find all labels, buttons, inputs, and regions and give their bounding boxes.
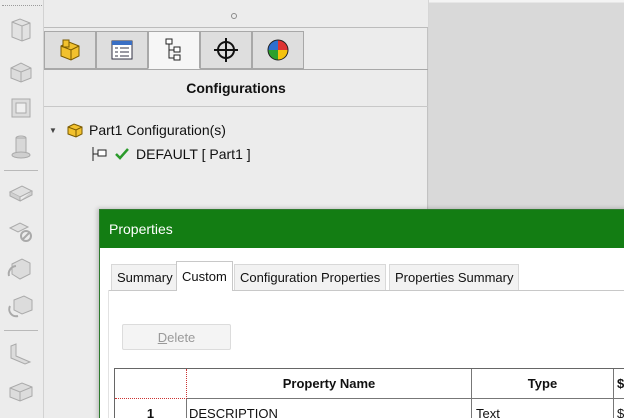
dialog-body: Summary Custom Configuration Properties … bbox=[100, 248, 624, 418]
sheet-metal-icon[interactable] bbox=[6, 340, 36, 368]
tree-root-label: Part1 Configuration(s) bbox=[89, 122, 226, 138]
toolbar-separator bbox=[4, 330, 38, 331]
configuration-part-icon bbox=[67, 123, 83, 138]
panel-grip[interactable] bbox=[231, 13, 237, 19]
cell-value[interactable]: $F bbox=[614, 399, 624, 418]
tab-summary[interactable]: Summary bbox=[111, 264, 179, 290]
revolve-icon[interactable] bbox=[6, 254, 36, 282]
left-toolbar bbox=[0, 0, 44, 418]
box-icon[interactable] bbox=[6, 56, 36, 84]
header-property-name[interactable]: Property Name bbox=[187, 369, 472, 399]
tab-feature-tree[interactable] bbox=[44, 31, 96, 69]
header-type[interactable]: Type bbox=[472, 369, 614, 399]
tab-configuration-manager[interactable] bbox=[148, 31, 200, 69]
shell-icon[interactable] bbox=[6, 94, 36, 122]
dialog-titlebar[interactable]: Properties bbox=[100, 210, 624, 248]
cylinder-icon[interactable] bbox=[6, 132, 36, 160]
tree-root-configurations[interactable]: ▼ Part1 Configuration(s) bbox=[48, 121, 226, 139]
row-number[interactable]: 1 bbox=[115, 399, 187, 418]
rotate-part-icon[interactable] bbox=[6, 292, 36, 320]
tree-item-label: DEFAULT [ Part1 ] bbox=[136, 146, 251, 162]
delete-button[interactable]: Delete bbox=[122, 324, 231, 350]
tab-configuration-properties[interactable]: Configuration Properties bbox=[234, 264, 387, 290]
dialog-title: Properties bbox=[109, 221, 173, 237]
cut-icon[interactable] bbox=[6, 216, 36, 244]
tab-custom[interactable]: Custom bbox=[176, 261, 233, 291]
crosshair-icon bbox=[214, 38, 238, 62]
custom-properties-table: Property Name Type $ 1 DESCRIPTION Text … bbox=[114, 368, 624, 418]
cell-property-name[interactable]: DESCRIPTION bbox=[187, 399, 472, 418]
appearance-sphere-icon bbox=[267, 39, 289, 61]
property-list-icon bbox=[111, 40, 133, 60]
toolbar-grip[interactable] bbox=[2, 5, 42, 6]
flange-icon[interactable] bbox=[6, 378, 36, 406]
delete-button-label: Delete bbox=[157, 329, 196, 345]
header-value[interactable]: $ bbox=[614, 369, 624, 399]
custom-tab-pane: Delete Property Name Type $ 1 DESCRIPTIO… bbox=[108, 290, 624, 418]
active-check-icon bbox=[115, 148, 129, 160]
tab-properties-summary[interactable]: Properties Summary bbox=[389, 264, 520, 290]
part-icon bbox=[60, 39, 80, 61]
tab-property-manager[interactable] bbox=[96, 31, 148, 69]
tab-dimxpert-manager[interactable] bbox=[200, 31, 252, 69]
toolbar-separator bbox=[4, 170, 38, 171]
tab-divider bbox=[44, 69, 428, 70]
title-divider bbox=[44, 106, 428, 107]
tab-display-manager[interactable] bbox=[252, 31, 304, 69]
config-branch-icon bbox=[92, 147, 107, 161]
plate-icon[interactable] bbox=[6, 180, 36, 208]
table-corner-cell[interactable] bbox=[115, 369, 187, 399]
configuration-tree-icon bbox=[165, 38, 181, 61]
properties-dialog: Properties Summary Custom Configuration … bbox=[99, 209, 624, 418]
tree-item-default-config[interactable]: DEFAULT [ Part1 ] bbox=[90, 145, 251, 163]
panel-top-strip bbox=[44, 0, 428, 28]
panel-title: Configurations bbox=[186, 80, 286, 96]
cell-type[interactable]: Text bbox=[472, 399, 614, 418]
extrude-icon[interactable] bbox=[6, 16, 36, 44]
collapse-caret-icon[interactable]: ▼ bbox=[48, 125, 58, 135]
